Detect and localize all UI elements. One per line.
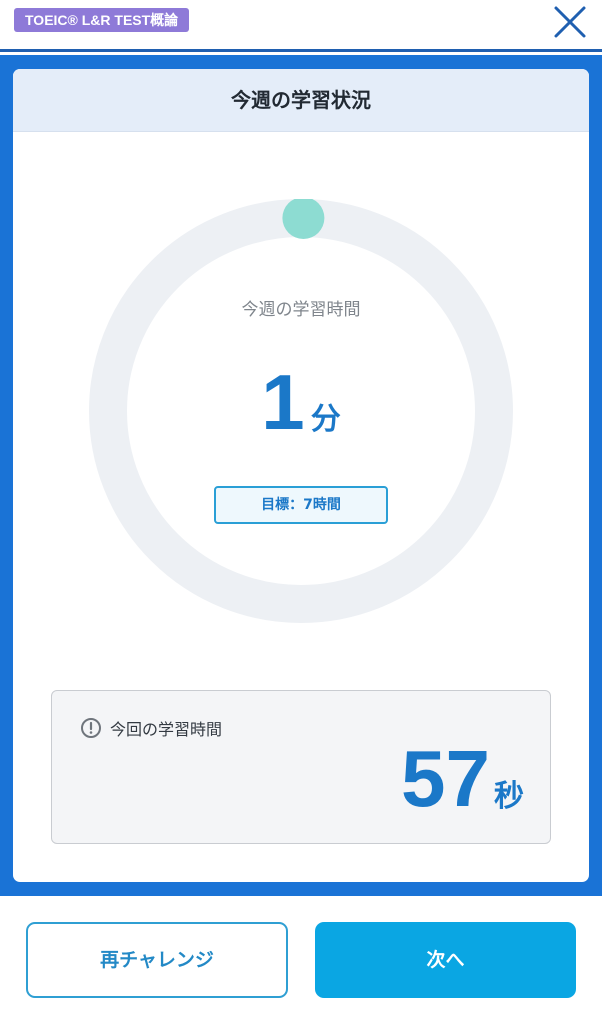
weekly-progress-ring: 今週の学習時間 1分 目標：7時間 [89,199,513,623]
weekly-time-label: 今週の学習時間 [241,300,361,320]
session-time-number: 57 [401,734,490,823]
close-icon [554,6,586,38]
card-title: 今週の学習状況 [13,69,589,132]
weekly-goal-badge: 目標：7時間 [214,486,388,524]
weekly-time-value: 1分 [89,357,513,447]
weekly-time-unit: 分 [310,403,341,436]
clock-icon [81,718,101,738]
session-time-unit: 秒 [494,780,524,813]
weekly-time-number: 1 [261,358,305,446]
session-time-panel: 今回の学習時間 57 秒 [51,690,551,844]
session-label-row: 今回の学習時間 [80,717,222,739]
next-button[interactable]: 次へ [315,922,576,998]
top-bar: TOEIC® L&R TEST概論 [0,0,602,52]
retry-button[interactable]: 再チャレンジ [26,922,288,998]
course-badge: TOEIC® L&R TEST概論 [14,8,190,32]
weekly-status-card: 今週の学習状況 今週の学習時間 1分 目標：7時間 今回の学習時間 57 秒 [13,69,589,882]
close-button[interactable] [552,4,588,40]
bottom-action-bar: 再チャレンジ 次へ [0,896,602,1024]
session-time-value: 57 秒 [401,733,524,825]
session-time-label: 今回の学習時間 [110,720,223,739]
